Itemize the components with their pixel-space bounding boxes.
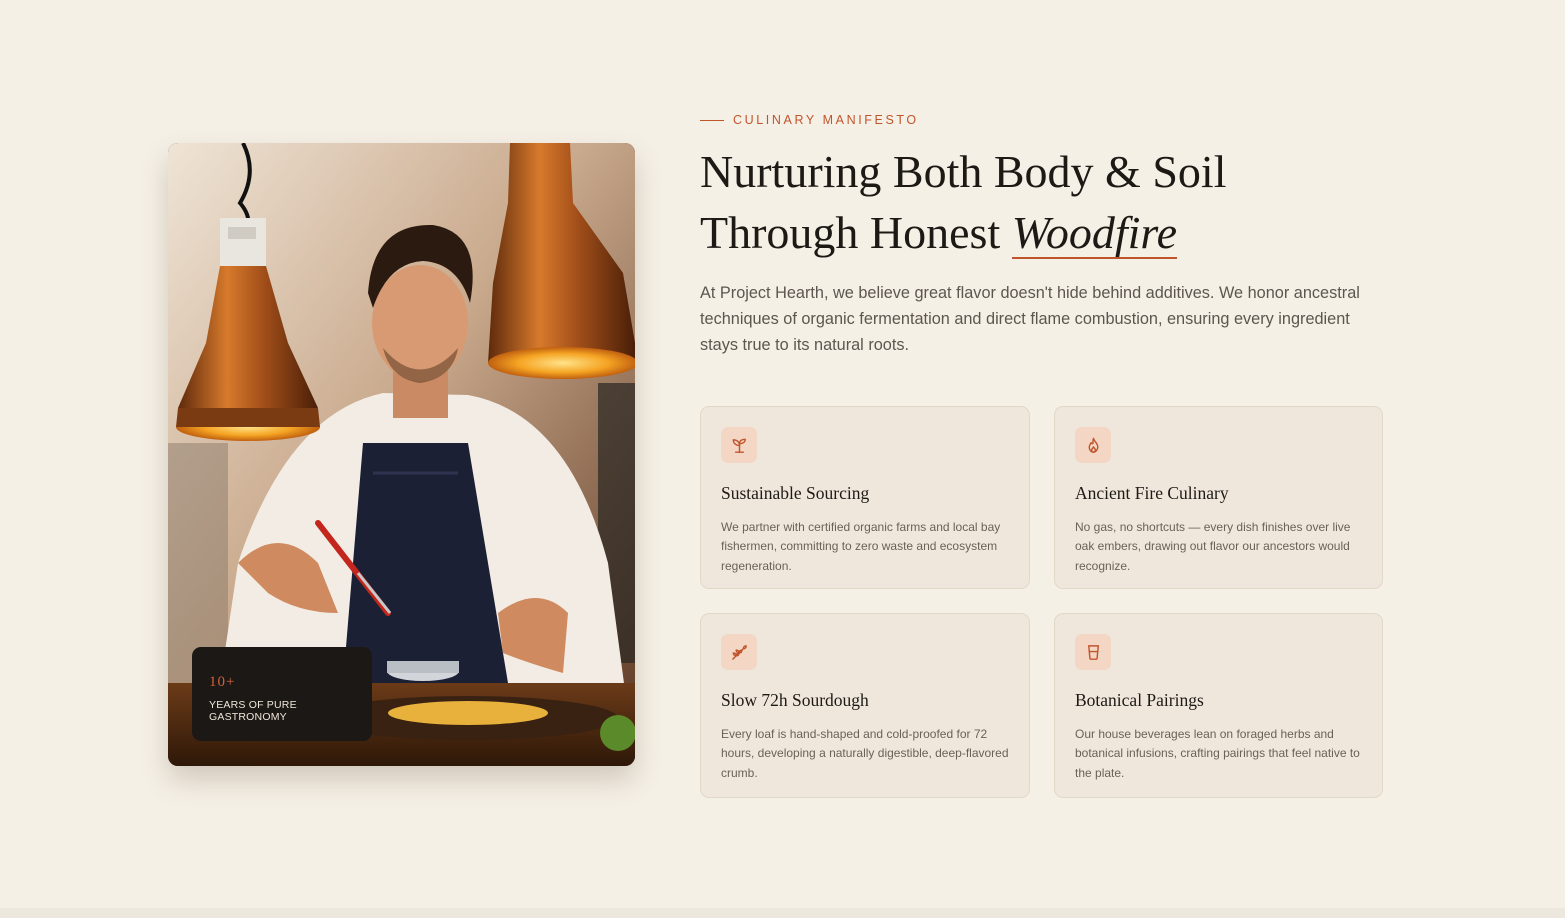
- feature-card-botanical-pairings: Botanical Pairings Our house beverages l…: [1054, 613, 1383, 798]
- feature-title: Botanical Pairings: [1075, 690, 1204, 710]
- flame-icon: [1075, 427, 1111, 463]
- feature-title: Sustainable Sourcing: [721, 483, 870, 503]
- section-headline: Nurturing Both Body & Soil Through Hones…: [700, 141, 1340, 263]
- feature-description: Our house beverages lean on foraged herb…: [1075, 727, 1360, 780]
- page-bottom-divider: [0, 908, 1565, 918]
- section-eyebrow: Culinary Manifesto: [700, 112, 919, 128]
- wheat-icon: [721, 634, 757, 670]
- feature-description: We partner with certified organic farms …: [721, 520, 1001, 573]
- sprout-icon: [721, 427, 757, 463]
- chef-photo-card: 10+ Years of Pure Gastronomy: [168, 143, 635, 766]
- experience-label: Years of Pure Gastronomy: [209, 699, 297, 723]
- headline-line-2-prefix: Through Honest: [700, 207, 1001, 258]
- experience-number: 10+: [209, 674, 236, 690]
- headline-accent-word: Woodfire: [1011, 202, 1178, 263]
- eyebrow-label: Culinary Manifesto: [733, 113, 919, 127]
- feature-card-sustainable-sourcing: Sustainable Sourcing We partner with cer…: [700, 406, 1030, 589]
- feature-title: Ancient Fire Culinary: [1075, 483, 1229, 503]
- cup-icon: [1075, 634, 1111, 670]
- feature-card-sourdough: Slow 72h Sourdough Every loaf is hand-sh…: [700, 613, 1030, 798]
- headline-line-1: Nurturing Both Body & Soil: [700, 146, 1227, 197]
- feature-card-ancient-fire: Ancient Fire Culinary No gas, no shortcu…: [1054, 406, 1383, 589]
- feature-title: Slow 72h Sourdough: [721, 690, 869, 710]
- feature-description: Every loaf is hand-shaped and cold-proof…: [721, 727, 1009, 780]
- eyebrow-divider: [700, 119, 724, 121]
- feature-description: No gas, no shortcuts — every dish finish…: [1075, 520, 1351, 573]
- intro-paragraph: At Project Hearth, we believe great flav…: [700, 284, 1360, 354]
- experience-badge: 10+ Years of Pure Gastronomy: [192, 647, 372, 741]
